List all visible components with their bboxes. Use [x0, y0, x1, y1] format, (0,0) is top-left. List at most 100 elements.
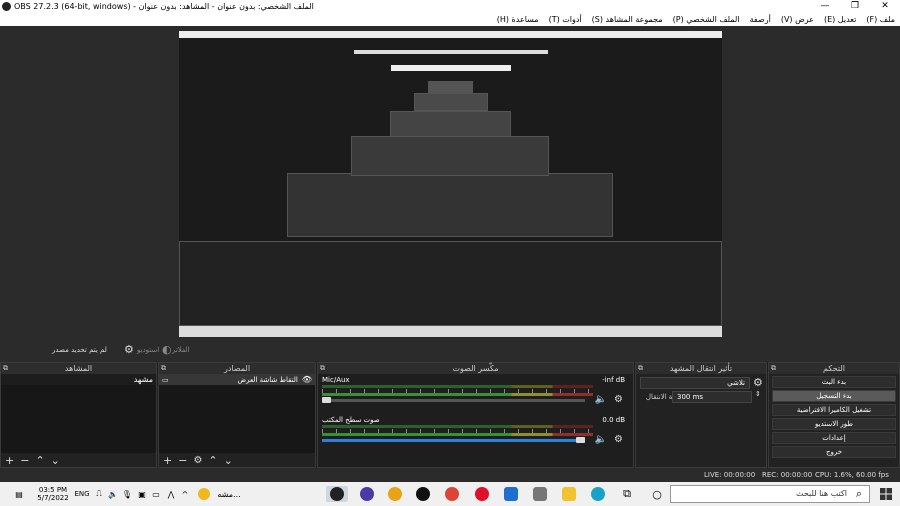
weather-icon[interactable] [197, 486, 211, 502]
clock[interactable]: 03:5 PM 5/7/2022 [33, 486, 73, 502]
source-label: التقاط شاشة العرض [237, 375, 298, 384]
show-hidden-icons-icon[interactable]: ^ [180, 486, 190, 502]
notification-icon[interactable]: ▤ [12, 486, 26, 502]
preview-canvas[interactable] [179, 31, 722, 337]
close-button[interactable]: ✕ [870, 0, 900, 13]
obs-logo-icon [2, 2, 11, 11]
menu-docks[interactable]: أرصفة [745, 13, 776, 26]
menu-file[interactable]: ملف (F) [861, 13, 900, 26]
start-recording-button[interactable]: بدء التسجيل [772, 390, 896, 402]
tray-app-icon[interactable]: ▣ [137, 486, 147, 502]
opera-icon[interactable] [473, 486, 491, 502]
menu-help[interactable]: مساعدة (H) [492, 13, 544, 26]
menu-profile[interactable]: الملف الشخصي (P) [668, 13, 745, 26]
menu-view[interactable]: عرض (V) [776, 13, 819, 26]
studio-mode-button[interactable]: طور الاستديو [772, 418, 896, 430]
filters-label[interactable]: الفلاتر [172, 346, 190, 354]
duration-spinner-icon[interactable]: ⇕ [755, 390, 761, 398]
start-streaming-button[interactable]: بدء البث [772, 376, 896, 388]
search-icon[interactable]: ⌕ [852, 486, 866, 502]
track-gear-icon[interactable]: ⚙ [614, 394, 623, 405]
volume-slider-track[interactable] [322, 399, 585, 402]
task-view-icon[interactable]: ⧉ [618, 486, 636, 502]
volume-slider-knob[interactable] [576, 437, 585, 443]
dock-float-icon[interactable]: ⧉ [638, 363, 643, 374]
mute-speaker-icon[interactable]: 🔈 [595, 434, 607, 445]
preview-area[interactable] [0, 26, 900, 340]
remove-scene-icon[interactable]: − [20, 454, 29, 467]
nested-docks [179, 241, 722, 326]
scenes-dock: ⧉ المشاهد مشهد + − ⌃ ⌄ [0, 362, 157, 468]
maximize-button[interactable]: ❐ [840, 0, 870, 13]
menu-edit[interactable]: تعديل (E) [819, 13, 861, 26]
network-icon[interactable]: ⎍ [94, 486, 104, 502]
move-up-icon[interactable]: ⌃ [35, 454, 44, 467]
window-title: OBS 27.2.3 (64-bit, windows) - الملف الش… [14, 2, 314, 11]
volume-slider-track[interactable] [322, 439, 585, 442]
cortana-icon[interactable]: ○ [648, 486, 666, 502]
visibility-eye-icon[interactable]: 👁 [302, 375, 312, 384]
nested-capture-2 [287, 173, 613, 237]
docks: ⧉ المشاهد مشهد + − ⌃ ⌄ ⧉ المصادر 👁 التقاط … [0, 362, 900, 468]
obs-taskbar-icon[interactable] [326, 486, 348, 502]
add-scene-icon[interactable]: + [5, 454, 14, 467]
language-indicator[interactable]: ENG [74, 486, 90, 502]
menu-tools[interactable]: أدوات (T) [544, 13, 587, 26]
unreal-engine-icon[interactable] [414, 486, 432, 502]
sources-title: المصادر [223, 364, 251, 373]
wifi-icon[interactable]: ⋀ [166, 486, 176, 502]
mail-icon[interactable] [502, 486, 520, 502]
exit-button[interactable]: خروج [772, 446, 896, 458]
move-down-icon[interactable]: ⌄ [224, 454, 233, 467]
clock-time: 03:5 PM [38, 486, 68, 494]
edge-icon[interactable] [589, 486, 607, 502]
mute-speaker-icon[interactable]: 🔈 [595, 394, 607, 405]
file-explorer-icon[interactable] [560, 486, 578, 502]
sources-list[interactable]: 👁 التقاط شاشة العرض ▭ [159, 374, 315, 453]
track-name: صوت سطح المكتب [322, 416, 380, 424]
microphone-icon[interactable]: 🎙 [122, 486, 132, 502]
list-item[interactable]: 👁 التقاط شاشة العرض ▭ [159, 374, 315, 385]
start-windows-icon[interactable] [878, 486, 894, 502]
store-icon[interactable] [531, 486, 549, 502]
minimize-button[interactable]: — [810, 0, 840, 13]
chrome-icon[interactable] [443, 486, 461, 502]
remove-source-icon[interactable]: − [178, 454, 187, 467]
track-name: Mic/Aux [322, 376, 350, 384]
filters-icon[interactable]: ◐ [162, 343, 172, 356]
settings-button[interactable]: إعدادات [772, 432, 896, 444]
nested-capture-4 [390, 111, 511, 137]
transitions-title: تأثير انتقال المشهد [669, 364, 733, 373]
weather-label[interactable]: مشه... [214, 486, 244, 502]
cpu-status: CPU: 1.6%, 60.00 fps [815, 471, 889, 479]
source-settings-gear-icon[interactable]: ⚙ [193, 455, 202, 466]
volume-icon[interactable]: 🔈 [108, 486, 118, 502]
battery-icon[interactable]: ▭ [151, 486, 161, 502]
add-source-icon[interactable]: + [163, 454, 172, 467]
move-up-icon[interactable]: ⌃ [208, 454, 217, 467]
chrome-canary-icon[interactable] [386, 486, 404, 502]
mixer-track-mic: Mic/Aux -inf dB 🔈 ⚙ [318, 374, 633, 414]
taskbar-search-input[interactable]: اكتب هنا للبحث [670, 485, 870, 503]
rec-status: REC: 00:00:00 [762, 471, 813, 479]
move-down-icon[interactable]: ⌄ [51, 454, 60, 467]
transition-gear-icon[interactable]: ⚙ [753, 376, 763, 389]
app-icon-1[interactable] [358, 486, 376, 502]
dock-float-icon[interactable]: ⧉ [161, 363, 166, 374]
nested-capture-6 [428, 81, 473, 93]
transition-select[interactable]: تلاشي [640, 377, 750, 389]
properties-label[interactable]: استوديو [137, 346, 159, 354]
scenes-list[interactable]: مشهد [1, 374, 156, 453]
properties-gear-icon[interactable]: ⚙ [124, 343, 134, 356]
start-virtual-camera-button[interactable]: تشغيل الكاميرا الافتراضية [772, 404, 896, 416]
track-gear-icon[interactable]: ⚙ [614, 434, 623, 445]
volume-meter [322, 393, 593, 396]
dock-float-icon[interactable]: ⧉ [3, 363, 8, 374]
volume-slider-knob[interactable] [322, 397, 331, 403]
dock-float-icon[interactable]: ⧉ [320, 363, 325, 374]
dock-float-icon[interactable]: ⧉ [771, 363, 776, 374]
monitor-icon: ▭ [162, 375, 169, 384]
menu-scene-collection[interactable]: مجموعة المشاهد (S) [587, 13, 668, 26]
duration-input[interactable]: 300 ms [672, 391, 752, 403]
list-item[interactable]: مشهد [1, 374, 156, 385]
